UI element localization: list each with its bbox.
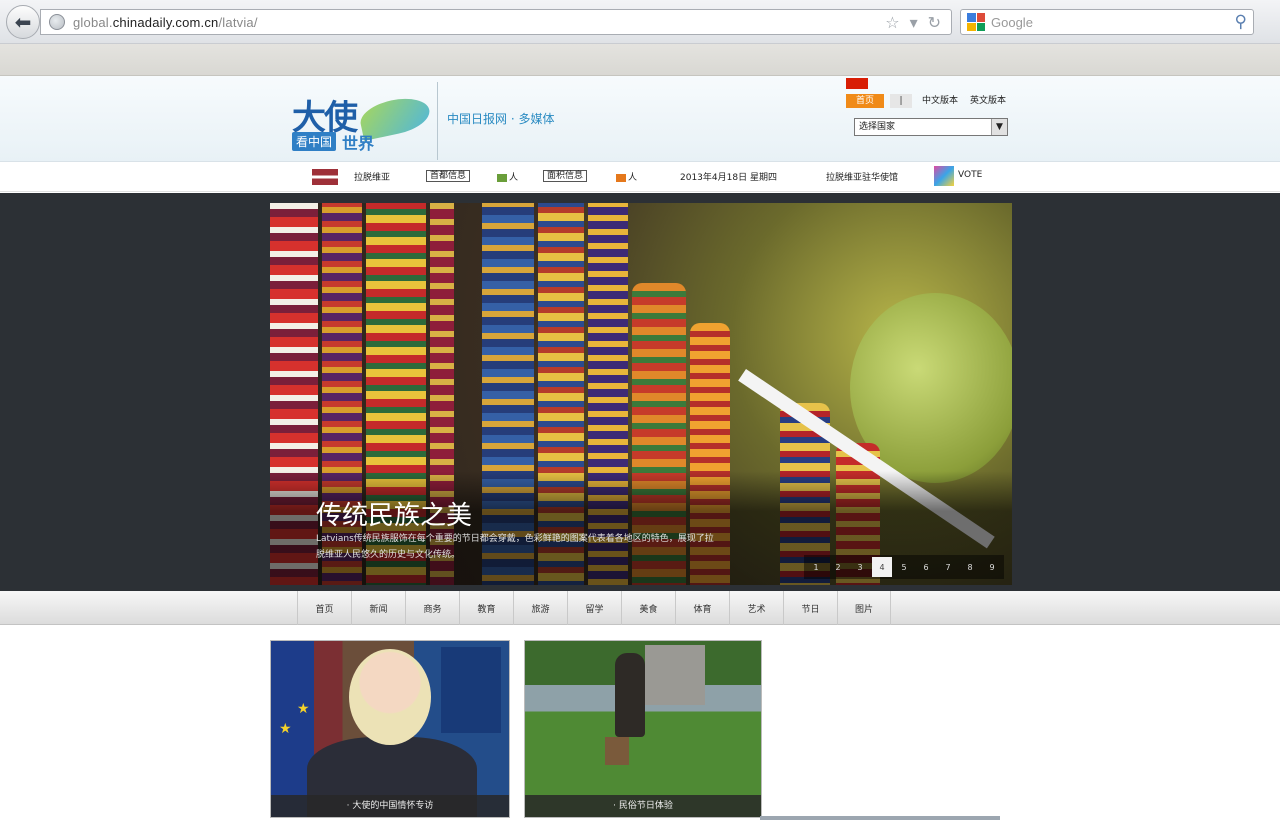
slide-page-6[interactable]: 6 (916, 557, 936, 577)
back-button[interactable]: ⬅ (6, 5, 40, 39)
search-icon[interactable]: ⚲ (1235, 12, 1247, 32)
people-orange-icon (616, 173, 626, 182)
date-text: 2013年4月18日 星期四 (680, 173, 777, 183)
country-select-value: 选择国家 (859, 122, 896, 132)
browser-toolbar: ⬅ global.chinadaily.com.cn/latvia/ ☆ ▾ ↻… (0, 0, 1280, 44)
site-tagline: 中国日报网 · 多媒体 (447, 112, 555, 126)
reload-icon[interactable]: ↻ (928, 13, 941, 32)
slide-page-5[interactable]: 5 (894, 557, 914, 577)
chevron-down-icon: ▼ (991, 119, 1007, 135)
ambassador-face (349, 649, 431, 745)
nav-item[interactable]: 商务 (405, 591, 459, 625)
tree-stump (605, 737, 629, 765)
vote-link[interactable]: VOTE (958, 170, 982, 180)
star-icon: ★ (297, 701, 310, 717)
back-arrow-icon: ⬅ (14, 10, 32, 34)
hero-description: Latvians传统民族服饰在每个重要的节日都会穿戴，色彩鲜艳的图案代表着各地区… (316, 534, 714, 560)
card-caption[interactable]: · 民俗节日体验 (525, 795, 761, 817)
english-version-link[interactable]: 英文版本 (966, 94, 1010, 108)
dropdown-arrow-icon[interactable]: ▾ (910, 13, 918, 32)
population2-label: 人 (616, 170, 637, 183)
country-select[interactable]: 选择国家 ▼ (854, 118, 1008, 136)
nav-item[interactable]: 节日 (783, 591, 837, 625)
address-bar[interactable]: global.chinadaily.com.cn/latvia/ ☆ ▾ ↻ (40, 9, 952, 35)
embassy-link[interactable]: 拉脱维亚驻华使馆 (826, 170, 898, 183)
slide-page-1[interactable]: 1 (806, 557, 826, 577)
capital-box[interactable]: 首都信息 (426, 170, 471, 182)
nav-item[interactable]: 图片 (837, 591, 891, 625)
search-placeholder: Google (991, 14, 1033, 30)
news-card[interactable]: · 民俗节日体验 (524, 640, 762, 818)
area-box[interactable]: 面积信息 (543, 170, 588, 182)
country-name: 拉脱维亚 (354, 173, 391, 183)
slide-page-4[interactable]: 4 (872, 557, 892, 577)
nav-item[interactable]: 新闻 (351, 591, 405, 625)
globe-icon (49, 14, 65, 30)
url-text: global.chinadaily.com.cn/latvia/ (73, 14, 258, 30)
latvia-flag-icon (312, 169, 338, 185)
header-tools: 首页 | 中文版本 英文版本 选择国家 ▼ (846, 78, 1016, 138)
bookmarks-toolbar (0, 44, 1280, 76)
nav-item[interactable]: 首页 (297, 591, 351, 625)
home-link[interactable]: 首页 (846, 94, 884, 108)
chinese-version-link[interactable]: 中文版本 (918, 94, 962, 108)
logo-sub-text: 看中国 (292, 132, 337, 151)
nav-item[interactable]: 留学 (567, 591, 621, 625)
slide-page-3[interactable]: 3 (850, 557, 870, 577)
slide-page-7[interactable]: 7 (938, 557, 958, 577)
bookmark-star-icon[interactable]: ☆ (885, 13, 899, 32)
nato-flag-icon (441, 647, 501, 733)
nav-item[interactable]: 美食 (621, 591, 675, 625)
site-header: 大使 看中国 世界 中国日报网 · 多媒体 首页 | 中文版本 英文版本 选择国… (0, 76, 1280, 162)
slide-pager: 123456789 (804, 555, 1004, 579)
scroll-indicator (760, 816, 1000, 820)
china-flag-icon (846, 78, 868, 89)
nav-item[interactable]: 体育 (675, 591, 729, 625)
card-caption[interactable]: · 大使的中国情怀专访 (271, 795, 509, 817)
vote-icon[interactable] (934, 166, 954, 186)
logo-sub2-text: 世界 (342, 134, 375, 153)
nav-item[interactable]: 旅游 (513, 591, 567, 625)
star-icon: ★ (279, 721, 292, 737)
country-info-strip: 拉脱维亚 首都信息 人 面积信息 人 2013年4月18日 星期四 拉脱维亚驻华… (0, 162, 1280, 192)
site-logo[interactable]: 大使 看中国 世界 (290, 86, 433, 153)
slide-page-9[interactable]: 9 (982, 557, 1002, 577)
nav-item[interactable]: 艺术 (729, 591, 783, 625)
category-nav: 首页 新闻 商务 教育 旅游 留学 美食 体育 艺术 节日 图片 (0, 591, 1280, 625)
person-figure (615, 653, 645, 737)
header-divider (437, 82, 438, 160)
castle-ruin (645, 645, 705, 705)
hero-slide-image[interactable]: 传统民族之美 Latvians传统民族服饰在每个重要的节日都会穿戴，色彩鲜艳的图… (270, 203, 1012, 585)
search-box[interactable]: Google ⚲ (960, 9, 1254, 35)
people-icon (497, 173, 507, 182)
slide-page-8[interactable]: 8 (960, 557, 980, 577)
nav-item[interactable]: 教育 (459, 591, 513, 625)
hero-title[interactable]: 传统民族之美 (316, 495, 472, 532)
slide-page-2[interactable]: 2 (828, 557, 848, 577)
google-icon[interactable] (967, 13, 985, 31)
lang-separator: | (890, 94, 912, 108)
news-card[interactable]: ★ ★ · 大使的中国情怀专访 (270, 640, 510, 818)
population-label: 人 (497, 170, 518, 183)
